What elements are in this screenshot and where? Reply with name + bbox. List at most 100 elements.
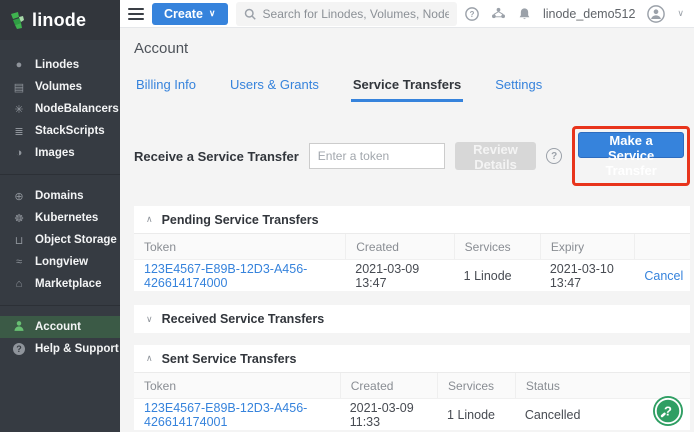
tab-bar: Billing Info Users & Grants Service Tran… bbox=[134, 73, 690, 102]
sidebar-item-label: Help & Support bbox=[35, 343, 119, 355]
sidebar-item-label: NodeBalancers bbox=[35, 103, 119, 115]
kubernetes-icon: ☸ bbox=[12, 212, 26, 225]
sidebar-item-volumes[interactable]: ▤ Volumes bbox=[0, 76, 120, 98]
sidebar-item-help-support[interactable]: ? Help & Support bbox=[0, 338, 120, 360]
sidebar-item-label: Linodes bbox=[35, 59, 79, 71]
review-details-button[interactable]: Review Details bbox=[455, 142, 536, 170]
hamburger-icon[interactable] bbox=[128, 8, 144, 20]
topbar: Create ∨ ? linode_demo512 bbox=[120, 0, 694, 28]
sent-transfers-header[interactable]: ∧ Sent Service Transfers bbox=[134, 345, 690, 373]
table-row: 123E4567-E89B-12D3-A456-426614174001 202… bbox=[134, 399, 690, 430]
tab-settings[interactable]: Settings bbox=[493, 73, 544, 102]
sidebar-item-label: Domains bbox=[35, 190, 84, 202]
table-header: Token Created Services Status bbox=[134, 373, 690, 399]
pending-transfers-header[interactable]: ∧ Pending Service Transfers bbox=[134, 206, 690, 234]
volumes-icon: ▤ bbox=[12, 81, 26, 94]
received-transfers-header[interactable]: ∨ Received Service Transfers bbox=[134, 305, 690, 333]
column-header-token: Token bbox=[134, 234, 345, 259]
sidebar-item-stackscripts[interactable]: ≣ StackScripts bbox=[0, 120, 120, 142]
domains-icon: ⊕ bbox=[12, 190, 26, 203]
sidebar-item-linodes[interactable]: ● Linodes bbox=[0, 54, 120, 76]
sidebar-nav: ● Linodes ▤ Volumes ✳ NodeBalancers ≣ St… bbox=[0, 40, 120, 360]
username-label[interactable]: linode_demo512 bbox=[543, 7, 635, 21]
chevron-down-icon: ∨ bbox=[146, 314, 153, 325]
column-header-token: Token bbox=[134, 373, 340, 398]
create-button-label: Create bbox=[164, 7, 203, 21]
created-cell: 2021-03-09 11:33 bbox=[340, 401, 437, 429]
sidebar-item-label: Kubernetes bbox=[35, 212, 98, 224]
sidebar-item-label: Account bbox=[35, 321, 81, 333]
search-input[interactable] bbox=[263, 7, 449, 21]
token-input[interactable] bbox=[309, 143, 445, 169]
nodebalancers-icon: ✳ bbox=[12, 103, 26, 116]
column-header-services: Services bbox=[454, 234, 540, 259]
column-header-actions bbox=[634, 234, 690, 259]
section-title: Pending Service Transfers bbox=[162, 213, 319, 227]
linode-logo[interactable]: linode bbox=[0, 0, 120, 40]
sidebar-item-kubernetes[interactable]: ☸ Kubernetes bbox=[0, 207, 120, 229]
marketplace-icon: ⌂ bbox=[12, 278, 26, 290]
services-cell: 1 Linode bbox=[454, 269, 540, 283]
sidebar-item-marketplace[interactable]: ⌂ Marketplace bbox=[0, 273, 120, 295]
stackscripts-icon: ≣ bbox=[12, 125, 26, 138]
sidebar-divider bbox=[0, 305, 120, 306]
chevron-down-icon: ∨ bbox=[209, 8, 216, 19]
logo-text: linode bbox=[32, 10, 86, 31]
sidebar-item-object-storage[interactable]: ⊔ Object Storage bbox=[0, 229, 120, 251]
sidebar-item-nodebalancers[interactable]: ✳ NodeBalancers bbox=[0, 98, 120, 120]
column-header-expiry: Expiry bbox=[540, 234, 635, 259]
chevron-up-icon: ∧ bbox=[146, 214, 153, 225]
table-row: 123E4567-E89B-12D3-A456-426614174000 202… bbox=[134, 260, 690, 291]
help-circle-icon: ? bbox=[12, 343, 26, 355]
chevron-down-icon[interactable]: ∨ bbox=[677, 8, 684, 19]
sent-transfers-card: ∧ Sent Service Transfers Token Created S… bbox=[134, 345, 690, 430]
chat-help-icon[interactable]: ? bbox=[652, 395, 684, 427]
create-button[interactable]: Create ∨ bbox=[152, 3, 228, 25]
help-circle-icon[interactable]: ? bbox=[465, 7, 479, 21]
table-header: Token Created Services Expiry bbox=[134, 234, 690, 260]
make-service-transfer-button[interactable]: Make a Service Transfer bbox=[578, 132, 684, 158]
annotation-highlight-box: Make a Service Transfer bbox=[572, 126, 690, 186]
section-title: Sent Service Transfers bbox=[162, 352, 297, 366]
sidebar-divider bbox=[0, 174, 120, 175]
tab-billing-info[interactable]: Billing Info bbox=[134, 73, 198, 102]
longview-icon: ≈ bbox=[12, 256, 26, 268]
avatar-icon[interactable] bbox=[647, 5, 665, 23]
section-title: Received Service Transfers bbox=[162, 312, 325, 326]
sidebar-item-domains[interactable]: ⊕ Domains bbox=[0, 185, 120, 207]
token-link[interactable]: 123E4567-E89B-12D3-A456-426614174000 bbox=[144, 262, 307, 290]
sidebar-item-longview[interactable]: ≈ Longview bbox=[0, 251, 120, 273]
tab-service-transfers[interactable]: Service Transfers bbox=[351, 73, 463, 102]
sidebar-item-account[interactable]: Account bbox=[0, 316, 120, 338]
images-icon: ◑ bbox=[12, 147, 26, 159]
token-link[interactable]: 123E4567-E89B-12D3-A456-426614174001 bbox=[144, 401, 307, 429]
main-content: Account Billing Info Users & Grants Serv… bbox=[120, 28, 694, 432]
svg-text:?: ? bbox=[664, 404, 672, 419]
community-icon[interactable] bbox=[491, 7, 506, 20]
page-title: Account bbox=[134, 40, 690, 57]
sidebar-item-label: StackScripts bbox=[35, 125, 105, 137]
pending-transfers-card: ∧ Pending Service Transfers Token Create… bbox=[134, 206, 690, 291]
tab-users-grants[interactable]: Users & Grants bbox=[228, 73, 321, 102]
cancel-link[interactable]: Cancel bbox=[644, 269, 683, 283]
app-window: linode ● Linodes ▤ Volumes ✳ NodeBalance… bbox=[0, 0, 694, 432]
receive-transfer-row: Receive a Service Transfer Review Detail… bbox=[134, 126, 690, 186]
chevron-up-icon: ∧ bbox=[146, 353, 153, 364]
column-header-created: Created bbox=[345, 234, 453, 259]
sidebar-item-images[interactable]: ◑ Images bbox=[0, 142, 120, 164]
bell-icon[interactable] bbox=[518, 7, 531, 21]
sidebar: linode ● Linodes ▤ Volumes ✳ NodeBalance… bbox=[0, 0, 120, 432]
column-header-created: Created bbox=[340, 373, 437, 398]
received-transfers-card: ∨ Received Service Transfers bbox=[134, 305, 690, 333]
object-storage-icon: ⊔ bbox=[12, 234, 26, 247]
sidebar-item-label: Longview bbox=[35, 256, 88, 268]
linode-logo-icon bbox=[10, 12, 26, 29]
sidebar-item-label: Images bbox=[35, 147, 75, 159]
sidebar-item-label: Volumes bbox=[35, 81, 82, 93]
sidebar-item-label: Object Storage bbox=[35, 234, 117, 246]
question-circle-icon[interactable]: ? bbox=[546, 148, 562, 164]
search-bar[interactable] bbox=[236, 2, 457, 26]
expiry-cell: 2021-03-10 13:47 bbox=[540, 262, 635, 290]
created-cell: 2021-03-09 13:47 bbox=[345, 262, 453, 290]
linode-cube-icon: ● bbox=[12, 59, 26, 71]
